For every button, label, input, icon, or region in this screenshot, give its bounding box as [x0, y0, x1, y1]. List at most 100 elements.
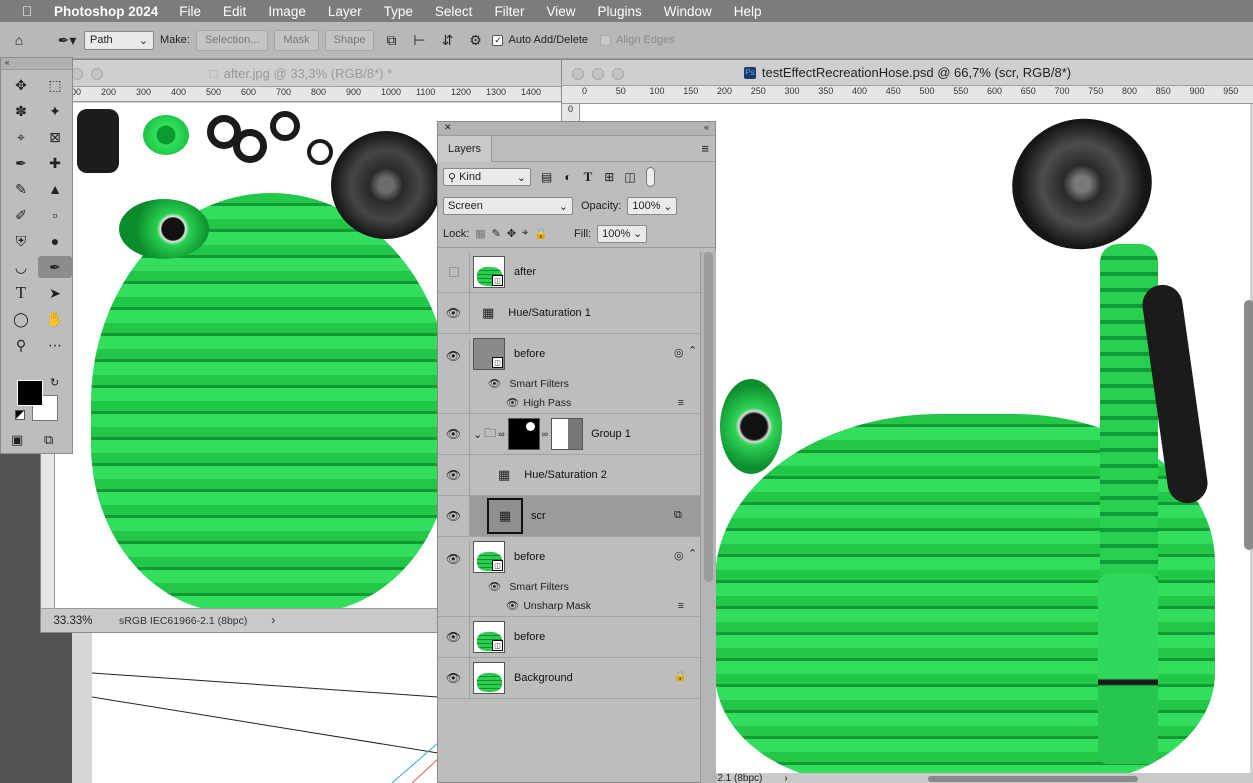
chevron-up-icon[interactable]: ⌃: [688, 547, 697, 560]
menu-type[interactable]: Type: [373, 4, 424, 19]
menu-file[interactable]: File: [168, 4, 212, 19]
default-colors-icon[interactable]: [15, 410, 25, 420]
zoom-icon[interactable]: [91, 68, 103, 80]
eraser-tool-icon[interactable]: ▫: [38, 204, 72, 226]
eye-icon[interactable]: 👁: [438, 658, 470, 698]
align-edges-toggle[interactable]: Align Edges: [600, 34, 675, 46]
horizontal-scrollbar[interactable]: [927, 775, 1138, 782]
hand-tool-icon[interactable]: ✋: [38, 308, 72, 330]
swap-colors-icon[interactable]: ↻: [50, 376, 59, 389]
hidden-eye-icon[interactable]: [448, 267, 459, 277]
lasso-tool-icon[interactable]: ✽: [4, 100, 38, 122]
document-titlebar[interactable]: □ after.jpg @ 33,3% (RGB/8*) *: [41, 60, 561, 87]
gear-icon[interactable]: ⚙: [464, 29, 486, 51]
pen-tool-icon[interactable]: ✒: [38, 256, 72, 278]
eye-icon[interactable]: 👁: [438, 617, 470, 657]
frame-tool-icon[interactable]: ⊠: [38, 126, 72, 148]
layer-name[interactable]: scr: [531, 510, 546, 522]
tools-collapse-icon[interactable]: «: [1, 58, 72, 70]
filter-options-icon[interactable]: ≡: [678, 397, 684, 409]
document-titlebar[interactable]: Ps testEffectRecreationHose.psd @ 66,7% …: [562, 60, 1253, 86]
shape-filter-icon[interactable]: ⊞: [604, 170, 614, 184]
layer-row[interactable]: 👁 ◫ before ◎ ⌃ 👁 Smart Filters 👁 High Pass…: [438, 334, 700, 414]
layer-row-selected[interactable]: 👁 ▦ scr ⧉: [438, 496, 700, 537]
menu-edit[interactable]: Edit: [212, 4, 257, 19]
mask-button[interactable]: Mask: [274, 29, 319, 51]
lock-artboard-icon[interactable]: ⌖: [522, 227, 528, 240]
layer-name[interactable]: Group 1: [591, 428, 631, 440]
menu-window[interactable]: Window: [653, 4, 723, 19]
smart-filters-row[interactable]: 👁 Smart Filters: [470, 374, 700, 393]
mode-select[interactable]: Path ⌄: [84, 30, 154, 50]
magic-wand-tool-icon[interactable]: ✦: [38, 100, 72, 122]
panel-menu-icon[interactable]: ≡: [701, 141, 709, 156]
menu-view[interactable]: View: [535, 4, 586, 19]
smart-filters-row[interactable]: 👁 Smart Filters: [470, 577, 700, 596]
checkbox-icon[interactable]: [600, 34, 611, 46]
filter-row[interactable]: 👁 High Pass ≡: [470, 393, 700, 412]
eye-icon[interactable]: 👁: [438, 496, 470, 536]
type-tool-icon[interactable]: T: [4, 282, 38, 304]
status-arrow-icon[interactable]: ›: [784, 773, 787, 783]
eye-icon[interactable]: 👁: [488, 580, 501, 593]
eye-icon[interactable]: 👁: [438, 338, 470, 414]
quick-mask-icon[interactable]: ▣: [11, 432, 23, 448]
visibility-toggle[interactable]: [438, 252, 470, 292]
dodge-tool-icon[interactable]: ◡: [4, 256, 38, 278]
status-arrow-icon[interactable]: ›: [271, 615, 275, 627]
layer-mask-thumbnail[interactable]: [507, 418, 540, 450]
filter-kind-select[interactable]: ⚲ Kind ⌄: [443, 168, 531, 186]
layer-name[interactable]: before: [514, 551, 545, 563]
menu-plugins[interactable]: Plugins: [586, 4, 652, 19]
menu-image[interactable]: Image: [257, 4, 317, 19]
eye-icon[interactable]: 👁: [438, 541, 470, 617]
layer-name[interactable]: Background: [514, 672, 573, 684]
lock-position-icon[interactable]: ✥: [507, 227, 516, 240]
smart-object-filter-icon[interactable]: ◫: [624, 170, 635, 184]
layer-row[interactable]: 👁 ⌄ 🗀 ∞ ∞ Group 1: [438, 414, 700, 455]
menu-filter[interactable]: Filter: [483, 4, 535, 19]
layer-name[interactable]: Hue/Saturation 2: [524, 469, 607, 481]
ellipse-tool-icon[interactable]: ◯: [4, 308, 38, 330]
layers-scrollbar[interactable]: [700, 252, 716, 783]
menu-select[interactable]: Select: [424, 4, 484, 19]
history-brush-tool-icon[interactable]: ✐: [4, 204, 38, 226]
path-operations-icon[interactable]: ⧉: [380, 29, 402, 51]
shape-button[interactable]: Shape: [324, 29, 375, 51]
blend-mode-select[interactable]: Screen ⌄: [443, 197, 573, 215]
home-icon[interactable]: ⌂: [8, 29, 30, 51]
zoom-icon[interactable]: [612, 68, 624, 80]
checkbox-icon[interactable]: ✓: [492, 34, 504, 46]
layer-row[interactable]: 👁 ◫ before: [438, 617, 700, 658]
layer-row[interactable]: 👁 ▦ Hue/Saturation 1: [438, 293, 700, 334]
path-alignment-icon[interactable]: ⊢: [408, 29, 430, 51]
filter-row[interactable]: 👁 Unsharp Mask ≡: [470, 596, 700, 615]
lock-pixels-icon[interactable]: ✎: [492, 227, 501, 240]
background-document-canvas[interactable]: [72, 633, 438, 783]
zoom-level[interactable]: 33.33%: [41, 615, 105, 627]
foreground-color-swatch[interactable]: [17, 380, 43, 406]
app-menu[interactable]: Photoshop 2024: [54, 4, 168, 19]
blur-tool-icon[interactable]: ●: [38, 230, 72, 252]
layer-name[interactable]: before: [514, 631, 545, 643]
panel-close-icon[interactable]: ✕: [444, 122, 452, 135]
crop-tool-icon[interactable]: ⌖: [4, 126, 38, 148]
vertical-scrollbar[interactable]: [1244, 300, 1253, 550]
panel-header[interactable]: ✕ «: [438, 122, 715, 136]
minimize-icon[interactable]: [592, 68, 604, 80]
tab-layers[interactable]: Layers: [438, 135, 493, 162]
layer-name[interactable]: Hue/Saturation 1: [508, 307, 591, 319]
panel-collapse-icon[interactable]: «: [704, 122, 709, 135]
chevron-up-icon[interactable]: ⌃: [688, 344, 697, 357]
layer-name[interactable]: before: [514, 348, 545, 360]
eye-icon[interactable]: 👁: [438, 293, 470, 333]
fill-input[interactable]: 100% ⌄: [597, 224, 648, 243]
marquee-tool-icon[interactable]: ⬚: [38, 74, 72, 96]
move-tool-icon[interactable]: ✥: [4, 74, 38, 96]
path-selection-tool-icon[interactable]: ➤: [38, 282, 72, 304]
zoom-tool-icon[interactable]: ⚲: [4, 334, 38, 356]
eye-icon[interactable]: 👁: [506, 599, 519, 612]
layer-row[interactable]: 👁 ◫ before ◎ ⌃ 👁 Smart Filters 👁 Unsharp M…: [438, 537, 700, 617]
layer-row[interactable]: ◫ after: [438, 252, 700, 293]
scrollbar-thumb[interactable]: [704, 252, 713, 582]
